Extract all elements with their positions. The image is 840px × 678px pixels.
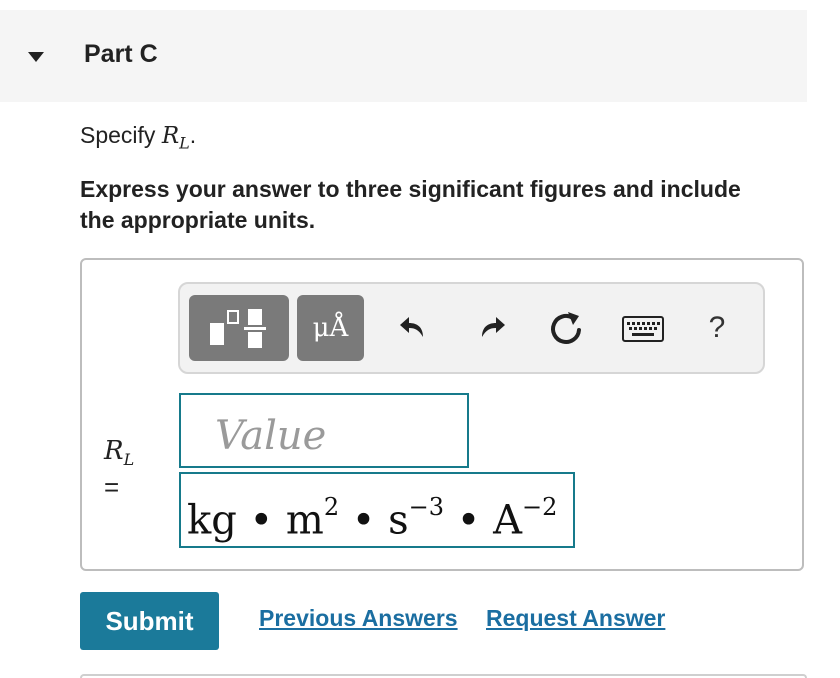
equals-sign: = — [104, 472, 120, 502]
help-button[interactable]: ? — [700, 306, 734, 350]
units-input[interactable]: kg • m2 • s−3 • A−2 — [179, 472, 575, 548]
prompt-variable: RL — [161, 123, 190, 153]
templates-button[interactable] — [189, 295, 289, 361]
units-button-label: μÅ — [312, 313, 349, 343]
reset-icon — [551, 312, 581, 344]
keyboard-button[interactable] — [622, 314, 664, 344]
templates-icon — [210, 309, 266, 348]
previous-answers-link[interactable]: Previous Answers — [259, 605, 458, 632]
submit-button[interactable]: Submit — [80, 592, 219, 650]
question-prompt: Specify RL. — [80, 122, 196, 153]
redo-button[interactable] — [471, 306, 511, 346]
answer-variable-label: RL — [104, 436, 135, 470]
units-button[interactable]: μÅ — [297, 295, 364, 361]
request-answer-link[interactable]: Request Answer — [486, 605, 665, 632]
value-input[interactable] — [179, 393, 469, 468]
prompt-suffix: . — [189, 122, 197, 148]
undo-button[interactable] — [394, 306, 434, 346]
next-section-border — [80, 674, 807, 678]
collapse-caret-icon[interactable] — [28, 52, 44, 62]
keyboard-icon — [622, 316, 664, 342]
answer-instructions: Express your answer to three significant… — [80, 176, 741, 233]
undo-icon — [400, 317, 423, 337]
prompt-prefix: Specify — [80, 122, 162, 148]
reset-button[interactable] — [544, 306, 588, 350]
redo-icon — [482, 317, 505, 337]
part-title: Part C — [84, 40, 158, 68]
